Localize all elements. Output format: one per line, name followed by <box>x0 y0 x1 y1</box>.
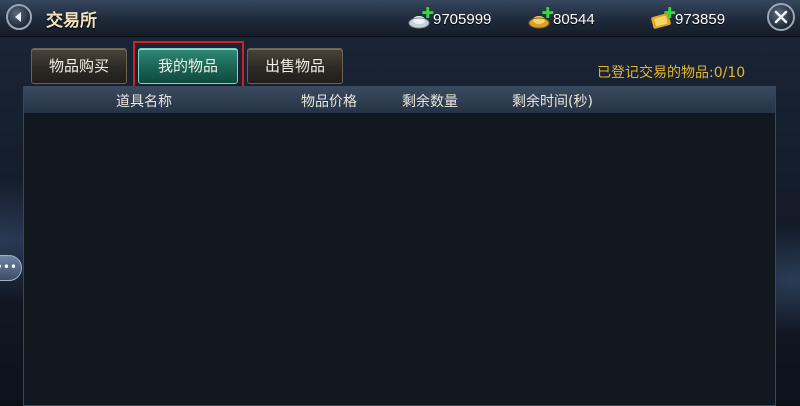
back-arrow-icon <box>15 12 21 22</box>
currency-gold[interactable]: ✚ 80544 <box>528 4 595 30</box>
column-remaining-quantity: 剩余数量 <box>402 94 458 110</box>
close-button[interactable] <box>767 3 795 31</box>
top-bar: 交易所 ✚ 9705999 ✚ 80544 ✚ 973859 <box>0 0 800 37</box>
items-list[interactable] <box>24 113 775 405</box>
tab-highlight-frame <box>133 41 244 90</box>
back-button[interactable] <box>6 4 32 30</box>
gold-amount: 80544 <box>553 10 595 28</box>
registered-count: 已登记交易的物品:0/10 <box>597 65 746 81</box>
ticket-amount: 973859 <box>675 10 726 28</box>
add-ticket-icon[interactable]: ✚ <box>663 4 676 22</box>
table-header: 道具名称 物品价格 剩余数量 剩余时间(秒) <box>24 87 775 114</box>
gold-ingot-icon: ✚ <box>528 4 554 30</box>
column-item-name: 道具名称 <box>116 94 172 110</box>
currency-silver[interactable]: ✚ 9705999 <box>408 4 492 30</box>
items-table: 道具名称 物品价格 剩余数量 剩余时间(秒) <box>23 86 776 406</box>
add-gold-icon[interactable]: ✚ <box>541 4 554 22</box>
column-item-price: 物品价格 <box>301 94 357 110</box>
tab-buy-items[interactable]: 物品购买 <box>31 48 127 84</box>
tab-sell-items-label: 出售物品 <box>264 57 325 75</box>
page-title: 交易所 <box>46 11 97 31</box>
column-remaining-time: 剩余时间(秒) <box>512 94 593 110</box>
silver-ingot-icon: ✚ <box>408 4 434 30</box>
currency-ticket[interactable]: ✚ 973859 <box>650 4 726 30</box>
add-silver-icon[interactable]: ✚ <box>421 4 434 22</box>
close-icon <box>774 10 788 24</box>
gold-ticket-icon: ✚ <box>650 4 676 30</box>
silver-amount: 9705999 <box>433 10 492 28</box>
tab-buy-items-label: 物品购买 <box>48 57 109 75</box>
tab-sell-items[interactable]: 出售物品 <box>247 48 343 84</box>
